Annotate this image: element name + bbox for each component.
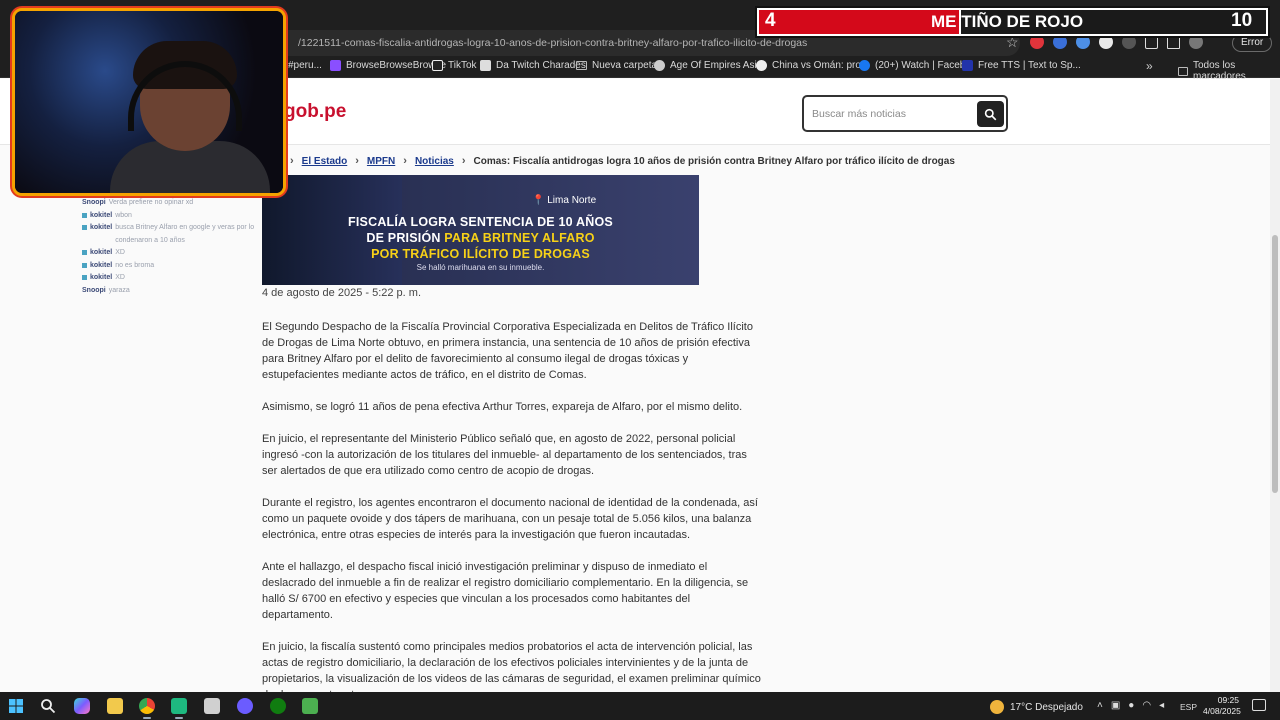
tray-app-icon[interactable]: ▣ (1111, 700, 1120, 711)
clock[interactable]: 09:25 4/08/2025 (1203, 695, 1241, 717)
chevron-right-icon: › (290, 155, 294, 167)
bookmark-item[interactable]: Age Of Empires Asi... (654, 60, 765, 71)
chat-message: kokitel XD (82, 272, 262, 285)
search-box (802, 95, 1008, 132)
bookmark-item[interactable]: BrowseBrowseBrowse (330, 60, 446, 71)
overlay-goal-text: ME TIÑO DE ROJO (931, 12, 1084, 31)
chat-message: kokitel no es broma (82, 260, 262, 273)
chat-badge-icon (82, 262, 87, 268)
weather-widget[interactable]: 17°C Despejado (990, 700, 1083, 714)
chat-badge-icon (82, 275, 87, 280)
chrome-icon[interactable] (139, 698, 155, 714)
banner-headline: POR TRÁFICO ILÍCITO DE DROGAS (371, 247, 590, 261)
file-explorer-icon[interactable] (107, 698, 123, 714)
scrollbar-thumb[interactable] (1272, 235, 1278, 493)
moon-icon (990, 700, 1004, 714)
chat-badge-icon (82, 225, 87, 230)
active-indicator (175, 717, 183, 719)
bookmark-favicon-icon (756, 60, 767, 71)
windows-start-icon[interactable] (8, 698, 24, 714)
chat-badge-icon (82, 250, 87, 255)
chevron-right-icon: › (403, 155, 407, 167)
banner-subtitle: Se halló marihuana en su inmueble. (416, 263, 545, 272)
article-date: 4 de agosto de 2025 - 5:22 p. m. (262, 287, 422, 299)
webcam-overlay (12, 8, 286, 196)
bookmark-item[interactable]: Nueva carpeta (576, 60, 657, 71)
xbox-icon[interactable] (270, 698, 286, 714)
copilot-icon[interactable] (74, 698, 90, 714)
address-text[interactable]: /1221511-comas-fiscalia-antidrogas-logra… (298, 37, 807, 49)
chat-message: Snoopi yaraza (82, 286, 130, 294)
calculator-icon[interactable] (204, 698, 220, 714)
microphone-icon[interactable]: ● (1128, 700, 1134, 711)
news-banner-image: 📍 Lima Norte FISCALÍA LOGRA SENTENCIA DE… (262, 175, 699, 285)
article-paragraph: Durante el registro, los agentes encontr… (262, 497, 758, 541)
bookmark-item[interactable]: #peru... (288, 60, 322, 71)
breadcrumb-link[interactable]: El Estado (302, 156, 348, 167)
chat-message: Snoopi Verda prefiere no opinar xd (82, 199, 194, 206)
language-indicator[interactable]: ESP (1180, 702, 1197, 712)
app-icon[interactable] (171, 698, 187, 714)
bookmark-item[interactable]: China vs Omán: pro... (756, 60, 869, 71)
chat-badge-icon (82, 212, 87, 218)
banner-headline: FISCALÍA LOGRA SENTENCIA DE 10 AÑOS (348, 215, 613, 229)
facebook-icon (859, 60, 870, 71)
speaker-icon[interactable]: ◂ (1159, 700, 1164, 711)
folder-icon (1178, 66, 1188, 76)
bookmark-favicon-icon (962, 60, 973, 71)
article-paragraph: En juicio, el representante del Minister… (262, 433, 747, 477)
article-paragraph: El Segundo Despacho de la Fiscalía Provi… (262, 321, 753, 381)
article-body: 4 de agosto de 2025 - 5:22 p. m. El Segu… (262, 285, 762, 719)
chevron-right-icon: › (355, 155, 359, 167)
bookmark-favicon-icon (480, 60, 491, 71)
search-icon[interactable] (40, 698, 56, 714)
chat-message: kokitel wbon (82, 210, 262, 223)
overlay-current-count: 4 (765, 10, 776, 31)
chat-message: kokitel busca Britney Alfaro en google y … (82, 222, 262, 247)
chevron-up-icon[interactable]: ˄ (1097, 700, 1103, 711)
bookmark-item[interactable]: Free TTS | Text to Sp... (962, 60, 1081, 71)
breadcrumb-link[interactable]: MPFN (367, 156, 395, 167)
banner-location: 📍 Lima Norte (532, 195, 597, 206)
search-input[interactable] (812, 105, 972, 123)
bookmark-favicon-icon (330, 60, 341, 71)
search-button[interactable] (977, 101, 1004, 127)
chat-message: kokitel XD (82, 247, 262, 260)
bookmark-item[interactable]: TikTok (432, 60, 477, 71)
more-bookmarks-icon[interactable]: » (1146, 59, 1153, 73)
clock-date: 4/08/2025 (1203, 706, 1241, 716)
article-paragraph: Asimismo, se logró 11 años de pena efect… (262, 401, 743, 413)
breadcrumb-current: Comas: Fiscalía antidrogas logra 10 años… (473, 155, 955, 167)
notifications-icon[interactable] (1252, 699, 1266, 711)
chat-overlay: Snoopi Verda prefiere no opinar xd kokite… (82, 197, 262, 297)
bookmark-item[interactable]: Da Twitch Charades (480, 60, 586, 71)
stream-score-overlay: 4 ME TIÑO DE ROJO 10 (755, 6, 1270, 38)
overlay-progress-fill (759, 10, 959, 34)
windows-taskbar (0, 692, 1280, 720)
bookmark-item[interactable]: (20+) Watch | Faceb... (859, 60, 974, 71)
page-scrollbar[interactable] (1270, 79, 1280, 692)
active-indicator (143, 717, 151, 719)
discord-icon[interactable] (237, 698, 253, 714)
wifi-icon[interactable]: ◠ (1142, 700, 1151, 711)
minecraft-icon[interactable] (302, 698, 318, 714)
tiktok-icon (432, 60, 443, 71)
system-tray: ˄ ▣ ● ◠ ◂ (1097, 700, 1164, 711)
banner-headline: DE PRISIÓN PARA BRITNEY ALFARO (366, 231, 595, 245)
folder-icon (576, 61, 587, 70)
site-logo[interactable]: gob.pe (284, 101, 346, 123)
overlay-goal-count: 10 (1231, 10, 1253, 31)
search-icon (984, 108, 997, 120)
clock-time: 09:25 (1217, 695, 1239, 705)
chevron-right-icon: › (461, 155, 466, 167)
breadcrumb-link[interactable]: Noticias (415, 156, 454, 167)
breadcrumb: › El Estado › MPFN › Noticias › Comas: F… (290, 155, 955, 167)
globe-icon (654, 60, 665, 71)
article-paragraph: Ante el hallazgo, el despacho fiscal ini… (262, 561, 749, 621)
